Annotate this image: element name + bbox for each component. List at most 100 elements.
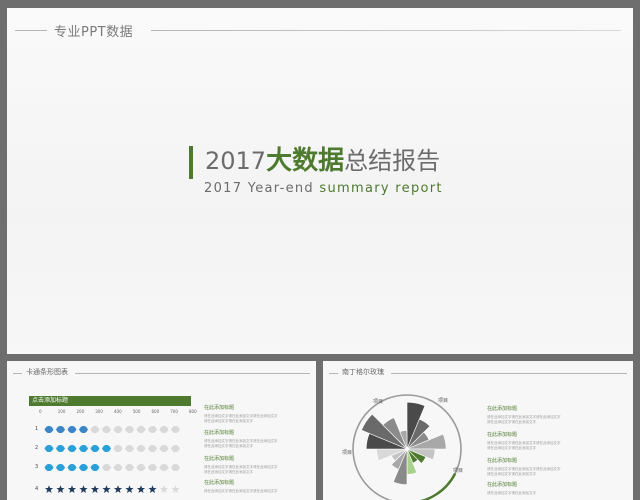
main-slide[interactable]: 专业PPT数据 2017大数据总结报告 2017 Year-end summar… xyxy=(7,8,633,354)
text-block-title: 在此添加标题 xyxy=(204,430,235,436)
star-icon xyxy=(102,485,111,493)
subtitle-highlight: summary report xyxy=(319,181,443,196)
axis-tick: 800 xyxy=(189,409,197,414)
cartoon-icon xyxy=(171,444,180,453)
axis-tick: 400 xyxy=(114,409,122,414)
title-accent-bar xyxy=(189,146,193,179)
rose-label-left: 项目 xyxy=(342,450,353,456)
text-block[interactable]: 在此添加标题 请在此添加文字请在此添加文字请在此添加文字 请在此添加文字请在此添加文… xyxy=(487,457,587,477)
text-block-line: 请在此添加文字请在此添加文字请在此添加文字 xyxy=(204,489,278,493)
cartoon-icon xyxy=(148,444,157,453)
text-block[interactable]: 在此添加标题请在此添加文字请在此添加文字请在此添加文字 xyxy=(204,479,304,494)
chart-header: 点击添加标题 xyxy=(29,396,191,406)
cartoon-icon xyxy=(171,463,180,472)
thumbnail-slide-rose-chart[interactable]: 南丁格尔玫瑰 项目 项目 项目 项目 在此添加标题 请在此添加文字请在此添加文字请… xyxy=(323,361,633,500)
cartoon-icon xyxy=(159,463,169,472)
text-block[interactable]: 在此添加标题 请在此添加文字请在此添加文字请在此添加文字 请在此添加文字请在此添加文… xyxy=(204,455,304,475)
thumb-label: 卡通条形图表 xyxy=(26,368,68,376)
text-block[interactable]: 在此添加标题 请在此添加文字请在此添加文字请在此添加文字 请在此添加文字请在此添加文… xyxy=(487,405,587,425)
cartoon-icon xyxy=(44,444,54,453)
text-block-line: 请在此添加文字请在此添加文字 xyxy=(487,472,536,476)
rose-highlight-arc xyxy=(420,472,457,500)
text-block-line: 请在此添加文字请在此添加文字 xyxy=(204,444,253,448)
axis-tick: 700 xyxy=(170,409,178,414)
cartoon-icon xyxy=(44,425,54,434)
row-index: 2 xyxy=(35,445,39,451)
thumb-label: 南丁格尔玫瑰 xyxy=(342,368,384,376)
star-icon xyxy=(67,485,77,493)
cartoon-icon xyxy=(79,444,88,453)
brand-rule-left xyxy=(15,30,47,31)
axis-tick: 0 xyxy=(39,409,42,414)
title-year: 2017 xyxy=(205,147,267,175)
axis-tick: 100 xyxy=(57,409,66,414)
text-block[interactable]: 在此添加标题 请在此添加文字请在此添加文字请在此添加文字 请在此添加文字请在此添加文… xyxy=(204,404,304,424)
thumb-rule-left xyxy=(13,373,22,374)
star-icon xyxy=(113,485,123,493)
thumb-rule-right xyxy=(391,373,627,374)
axis-tick: 500 xyxy=(132,409,141,414)
row-index: 1 xyxy=(35,426,39,432)
text-block-title: 在此添加标题 xyxy=(487,406,518,412)
cartoon-icon xyxy=(90,425,100,434)
brand-rule-right xyxy=(151,30,621,31)
text-block[interactable]: 在此添加标题 请在此添加文字请在此添加文字请在此添加文字 请在此添加文字请在此添加文… xyxy=(487,431,587,451)
text-block-title: 在此添加标题 xyxy=(204,480,235,486)
cartoon-icon xyxy=(125,463,134,472)
cartoon-icon xyxy=(113,463,123,472)
cartoon-icon xyxy=(159,444,169,453)
text-block-line: 请在此添加文字请在此添加文字 xyxy=(204,419,253,423)
star-icon xyxy=(79,485,88,493)
star-icon xyxy=(136,485,146,493)
star-icon xyxy=(171,485,180,493)
star-icon xyxy=(90,485,100,493)
cartoon-icon xyxy=(136,425,146,434)
cartoon-icon xyxy=(136,444,146,453)
title-suffix: 总结报告 xyxy=(344,147,441,175)
cartoon-icon xyxy=(136,463,146,472)
cartoon-icon xyxy=(148,425,157,434)
cartoon-icon xyxy=(56,463,65,472)
cartoon-icon xyxy=(79,425,88,434)
row-index: 3 xyxy=(35,464,39,470)
text-block-title: 在此添加标题 xyxy=(487,458,518,464)
star-icon xyxy=(44,485,54,493)
text-block-title: 在此添加标题 xyxy=(487,482,518,488)
text-block[interactable]: 在此添加标题 请在此添加文字请在此添加文字 xyxy=(487,481,587,496)
cartoon-icon xyxy=(90,444,100,453)
axis-tick: 600 xyxy=(151,409,160,414)
text-block-line: 请在此添加文字请在此添加文字 xyxy=(487,420,536,424)
row-index: 4 xyxy=(35,486,39,492)
axis-tick: 200 xyxy=(76,409,85,414)
cartoon-icon xyxy=(67,444,77,453)
cartoon-icon xyxy=(125,444,134,453)
text-block-title: 在此添加标题 xyxy=(487,432,518,438)
thumb-rule-left xyxy=(329,373,338,374)
rose-chart xyxy=(347,387,467,500)
slide-title: 2017大数据总结报告 xyxy=(205,146,440,176)
star-icon xyxy=(56,485,65,493)
brand-label: 专业PPT数据 xyxy=(54,25,134,40)
slide-subtitle: 2017 Year-end summary report xyxy=(204,181,443,196)
cartoon-icon xyxy=(102,425,111,434)
rose-label-right: 项目 xyxy=(453,468,464,474)
star-icon xyxy=(148,485,157,493)
text-block-title: 在此添加标题 xyxy=(204,405,235,411)
cartoon-icon xyxy=(67,463,77,472)
star-icon xyxy=(125,485,134,493)
cartoon-icon xyxy=(102,463,111,472)
thumbnail-slide-bar-chart[interactable]: 卡通条形图表 点击添加标题 0 100 200 300 400 500 600 700 800 … xyxy=(7,361,316,500)
title-highlight: 大数据 xyxy=(266,146,345,176)
cartoon-icon xyxy=(90,463,100,472)
cartoon-icon xyxy=(79,463,88,472)
chart-axis: 0 100 200 300 400 500 600 700 800 xyxy=(39,409,197,415)
cartoon-icon xyxy=(125,425,134,434)
axis-tick: 300 xyxy=(95,409,103,414)
cartoon-icon xyxy=(148,463,157,472)
text-block-line: 请在此添加文字请在此添加文字 xyxy=(487,446,536,450)
subtitle-prefix: 2017 Year-end xyxy=(204,181,320,196)
cartoon-icon xyxy=(113,425,123,434)
text-block-line: 请在此添加文字请在此添加文字 xyxy=(204,470,253,474)
cartoon-icon xyxy=(171,425,180,434)
text-block[interactable]: 在此添加标题 请在此添加文字请在此添加文字请在此添加文字 请在此添加文字请在此添加文… xyxy=(204,429,304,449)
